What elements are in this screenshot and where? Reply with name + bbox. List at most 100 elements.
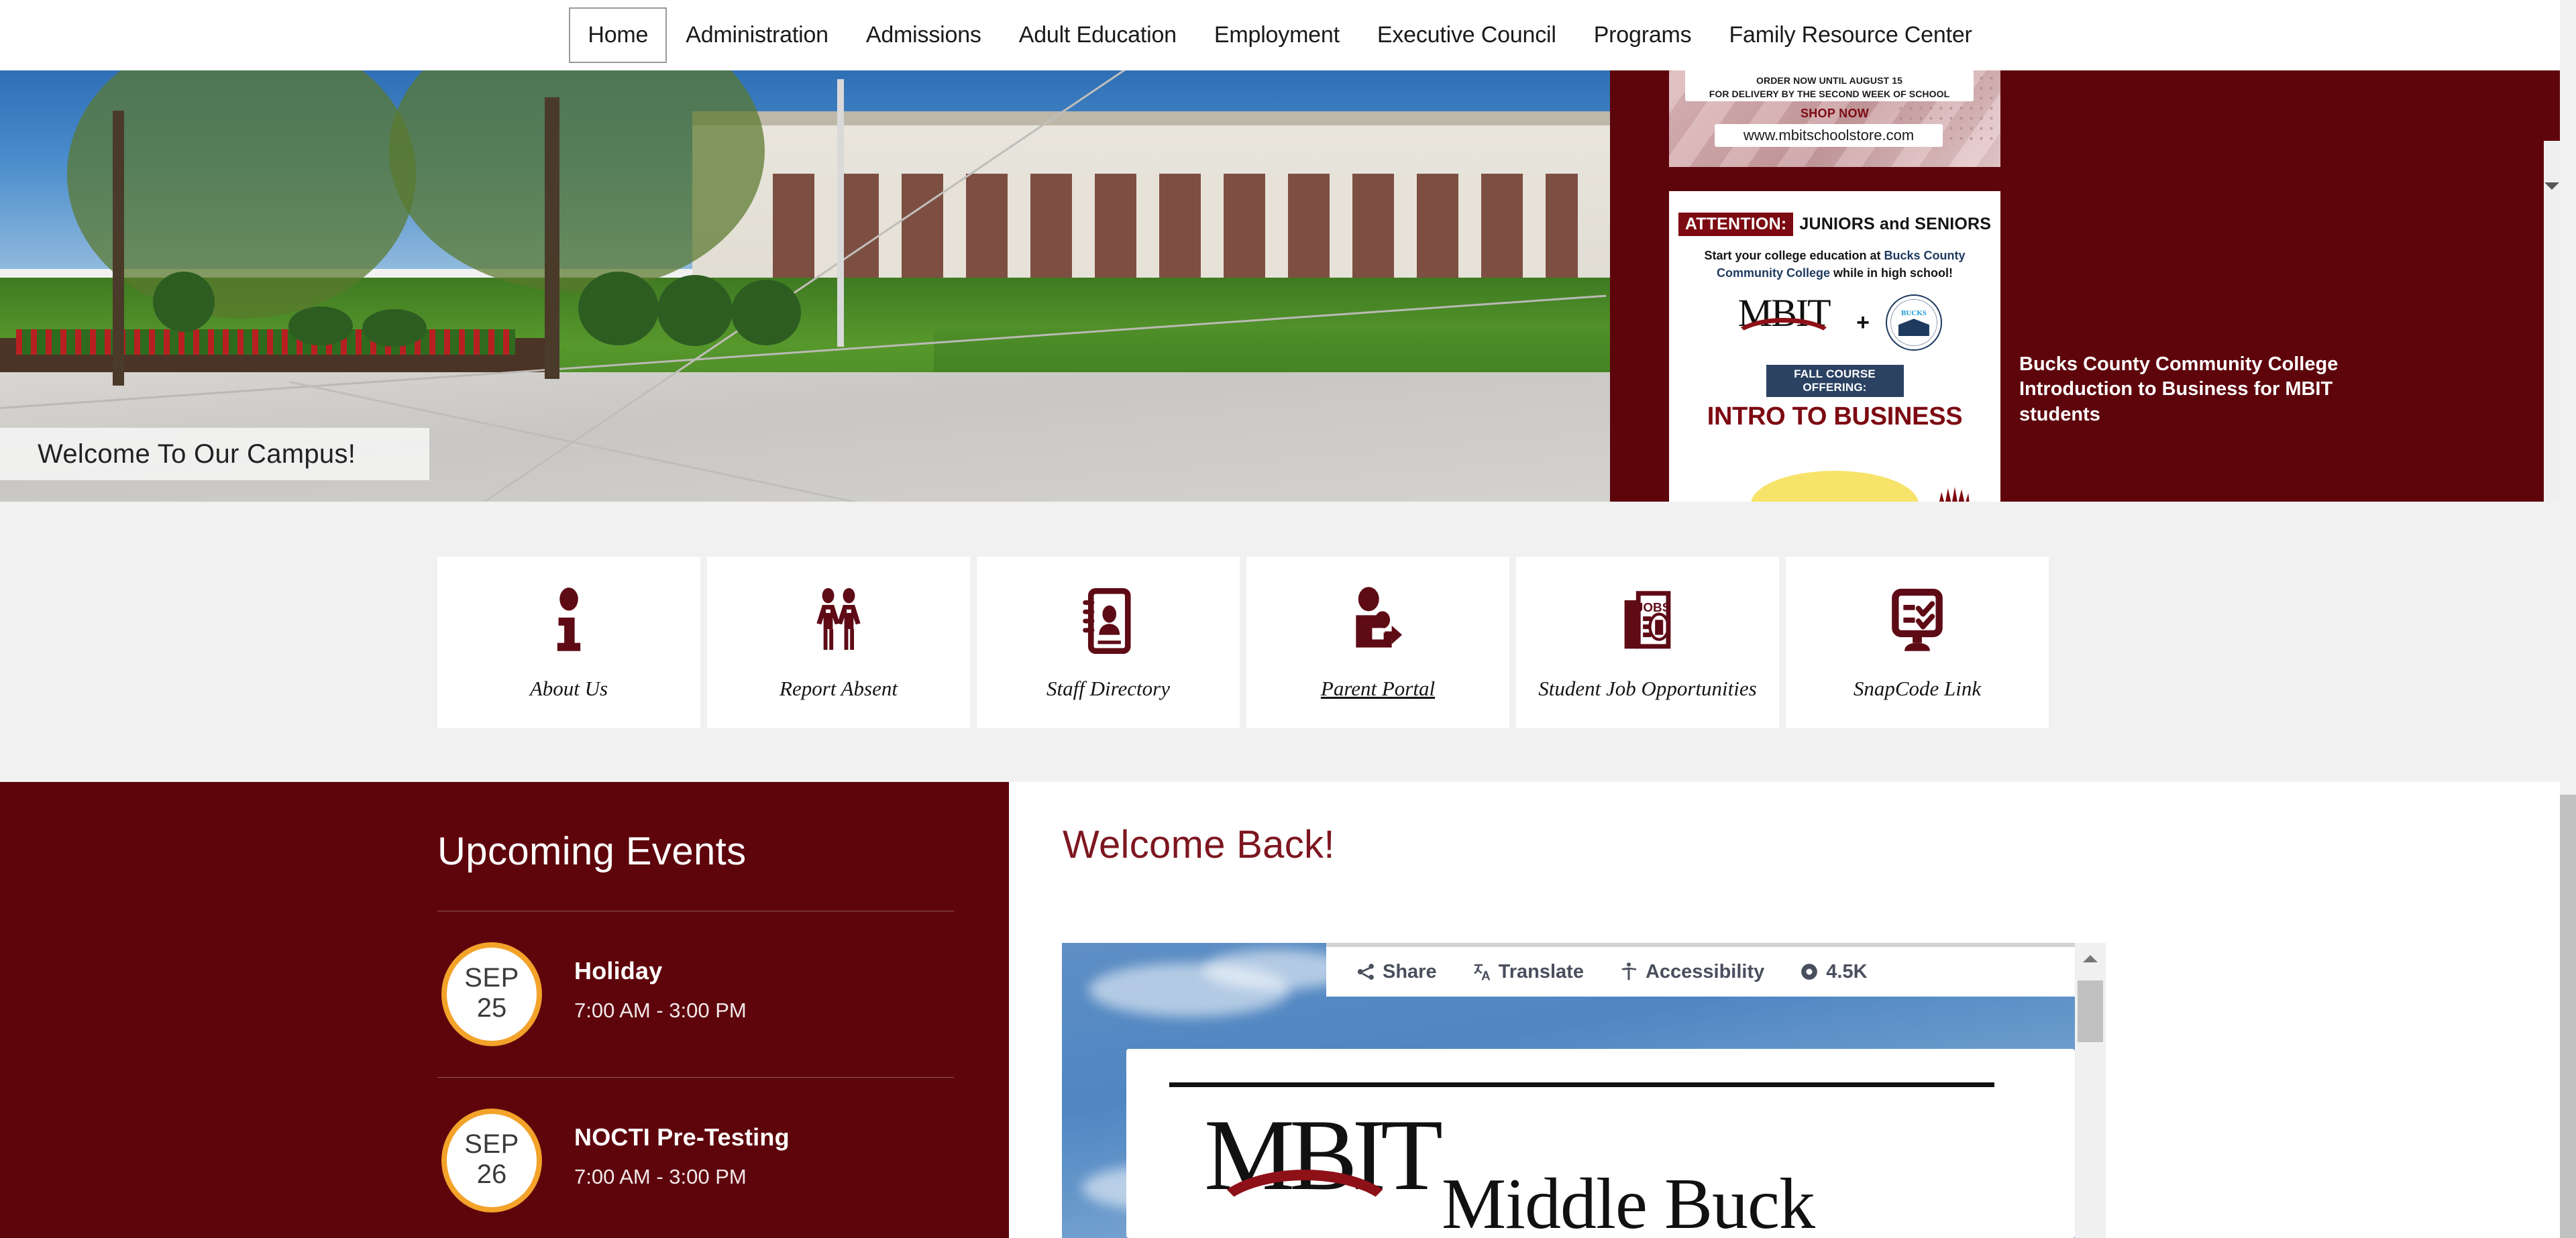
checklist-monitor-icon bbox=[1892, 588, 1943, 651]
embed-heading: Middle Buck bbox=[1442, 1164, 1815, 1238]
share-label: Share bbox=[1383, 960, 1437, 982]
mbit-logo-icon: MBIT bbox=[1204, 1104, 1443, 1231]
quick-links-section: About Us Report Absent Staff Directory P… bbox=[0, 502, 2560, 782]
bcc-subtitle: Start your college education at Bucks Co… bbox=[1669, 247, 2000, 282]
building-roofline bbox=[692, 111, 1610, 125]
nav-item-adult-education[interactable]: Adult Education bbox=[1000, 11, 1195, 59]
bcc-ad[interactable]: ATTENTION: JUNIORS and SENIORS Start you… bbox=[1669, 191, 2000, 502]
uniform-ad[interactable]: UNIFORMS ORDER NOW MBIT UNIFORM SALES AR… bbox=[1669, 70, 2000, 167]
shrub bbox=[288, 306, 353, 345]
event-item[interactable]: SEP 26 NOCTI Pre-Testing 7:00 AM - 3:00 … bbox=[437, 1078, 958, 1213]
mbit-logo-icon: MBIT bbox=[1727, 294, 1840, 351]
tree-trunk bbox=[545, 97, 559, 379]
bcc-fall-course-label: FALL COURSE OFFERING: bbox=[1766, 365, 1904, 398]
event-time: 7:00 AM - 3:00 PM bbox=[574, 999, 747, 1022]
hero-caption-text: Welcome To Our Campus! bbox=[38, 439, 356, 469]
embed-toolbar: Share Translate Accessibility 4.5K bbox=[1326, 947, 2075, 997]
nav-item-programs[interactable]: Programs bbox=[1575, 11, 1711, 59]
tree-trunk bbox=[113, 111, 124, 386]
quick-link-about-us[interactable]: About Us bbox=[437, 557, 700, 728]
nav-item-family-resource-center[interactable]: Family Resource Center bbox=[1710, 11, 1990, 59]
quick-link-report-absent[interactable]: Report Absent bbox=[707, 557, 970, 728]
nav-item-administration[interactable]: Administration bbox=[667, 11, 847, 59]
quick-link-label: Report Absent bbox=[780, 677, 898, 700]
quick-link-label: Student Job Opportunities bbox=[1538, 677, 1757, 700]
quick-link-student-jobs[interactable]: JOBS Student Job Opportunities bbox=[1516, 557, 1779, 728]
ad-details-box: MBIT UNIFORM SALES ARE OPEN! ORDER NOW U… bbox=[1685, 70, 1974, 101]
shrub bbox=[731, 280, 801, 345]
sun-graphic-icon bbox=[1751, 471, 1919, 502]
flagpole bbox=[837, 78, 844, 347]
bucks-county-seal-icon: BUCKS bbox=[1885, 294, 1942, 351]
translate-icon bbox=[1473, 964, 1490, 980]
embed-scrollbar[interactable] bbox=[2075, 943, 2106, 1238]
event-info: Holiday 7:00 AM - 3:00 PM bbox=[574, 942, 747, 1023]
campus-photo: Welcome To Our Campus! bbox=[0, 70, 1610, 502]
translate-label: Translate bbox=[1498, 960, 1584, 982]
svg-text:JOBS: JOBS bbox=[1636, 601, 1670, 615]
bcc-course-title: INTRO TO BUSINESS bbox=[1707, 402, 1963, 431]
event-day: 26 bbox=[476, 1159, 507, 1189]
burst-graphic-icon bbox=[1939, 487, 1970, 502]
ad-store-url[interactable]: www.mbitschoolstore.com bbox=[1715, 124, 1943, 147]
event-info: NOCTI Pre-Testing 7:00 AM - 3:00 PM bbox=[574, 1109, 790, 1189]
ad-detail-line-3: FOR DELIVERY BY THE SECOND WEEK OF SCHOO… bbox=[1709, 89, 1950, 100]
hero-caption: Welcome To Our Campus! bbox=[0, 428, 429, 480]
main-navigation: Home Administration Admissions Adult Edu… bbox=[0, 0, 2560, 70]
hero-carousel: Welcome To Our Campus! UNIFORMS ORDER NO… bbox=[0, 70, 2560, 502]
address-book-icon bbox=[1083, 588, 1131, 654]
view-count: 4.5K bbox=[1799, 960, 1868, 983]
event-date-badge: SEP 26 bbox=[441, 1109, 542, 1213]
quick-link-label: SnapCode Link bbox=[1853, 677, 1982, 700]
plus-sign-icon: + bbox=[1856, 309, 1870, 335]
accessibility-label: Accessibility bbox=[1645, 960, 1765, 982]
two-people-icon bbox=[816, 587, 861, 650]
event-date-badge: SEP 25 bbox=[441, 942, 542, 1046]
nav-list: Home Administration Admissions Adult Edu… bbox=[569, 7, 1990, 63]
bcc-subtitle-a: Start your college education at bbox=[1704, 249, 1884, 262]
quick-link-parent-portal[interactable]: Parent Portal bbox=[1246, 557, 1509, 728]
quick-link-label: About Us bbox=[529, 677, 608, 700]
translate-button[interactable]: Translate bbox=[1472, 961, 1584, 983]
shrub bbox=[153, 272, 215, 332]
quick-link-label: Staff Directory bbox=[1046, 677, 1170, 700]
page-scrollbar[interactable] bbox=[2560, 70, 2576, 1238]
ad-detail-line-2: ORDER NOW UNTIL AUGUST 15 bbox=[1756, 74, 1902, 86]
info-icon bbox=[557, 587, 581, 651]
welcome-embed: Share Translate Accessibility 4.5K MBIT … bbox=[1062, 943, 2106, 1238]
promo-headline: Bucks County Community College Introduct… bbox=[2019, 353, 2339, 425]
embed-white-card: MBIT Middle Buck bbox=[1126, 1049, 2075, 1238]
event-month: SEP bbox=[464, 1129, 519, 1159]
event-time: 7:00 AM - 3:00 PM bbox=[574, 1165, 747, 1188]
event-title[interactable]: Holiday bbox=[574, 957, 747, 985]
welcome-title: Welcome Back! bbox=[1063, 823, 1335, 866]
shrub bbox=[362, 309, 427, 347]
nav-item-admissions[interactable]: Admissions bbox=[847, 11, 1000, 59]
nav-item-home[interactable]: Home bbox=[569, 7, 667, 63]
event-day: 25 bbox=[476, 993, 507, 1023]
view-count-label: 4.5K bbox=[1826, 960, 1868, 982]
embed-scroll-up-icon[interactable] bbox=[2083, 955, 2098, 962]
event-month: SEP bbox=[464, 962, 519, 993]
bcc-audience-label: JUNIORS and SENIORS bbox=[1799, 215, 1992, 233]
jobs-document-icon: JOBS bbox=[1624, 591, 1671, 649]
quick-link-snapcode[interactable]: SnapCode Link bbox=[1786, 557, 2049, 728]
bcc-attention-badge: ATTENTION: bbox=[1678, 213, 1794, 236]
event-item[interactable]: SEP 25 Holiday 7:00 AM - 3:00 PM bbox=[437, 911, 958, 1046]
events-title: Upcoming Events bbox=[437, 830, 747, 873]
accessibility-button[interactable]: Accessibility bbox=[1619, 961, 1764, 983]
share-button[interactable]: Share bbox=[1356, 961, 1437, 983]
embed-scrollbar-thumb[interactable] bbox=[2078, 980, 2103, 1042]
hero-scrollbar[interactable] bbox=[2544, 141, 2560, 502]
shrub bbox=[578, 272, 659, 345]
embed-horizontal-rule bbox=[1169, 1082, 1994, 1087]
hero-scroll-down-icon[interactable] bbox=[2544, 182, 2559, 190]
nav-item-executive-council[interactable]: Executive Council bbox=[1358, 11, 1575, 59]
parent-child-icon bbox=[1356, 587, 1403, 648]
mbit-logo-arc bbox=[1731, 318, 1837, 362]
event-title[interactable]: NOCTI Pre-Testing bbox=[574, 1123, 790, 1151]
nav-item-employment[interactable]: Employment bbox=[1195, 11, 1358, 59]
quick-link-staff-directory[interactable]: Staff Directory bbox=[977, 557, 1240, 728]
ad-shop-now-label: SHOP NOW bbox=[1800, 107, 1870, 120]
page-scrollbar-thumb[interactable] bbox=[2560, 795, 2576, 1238]
